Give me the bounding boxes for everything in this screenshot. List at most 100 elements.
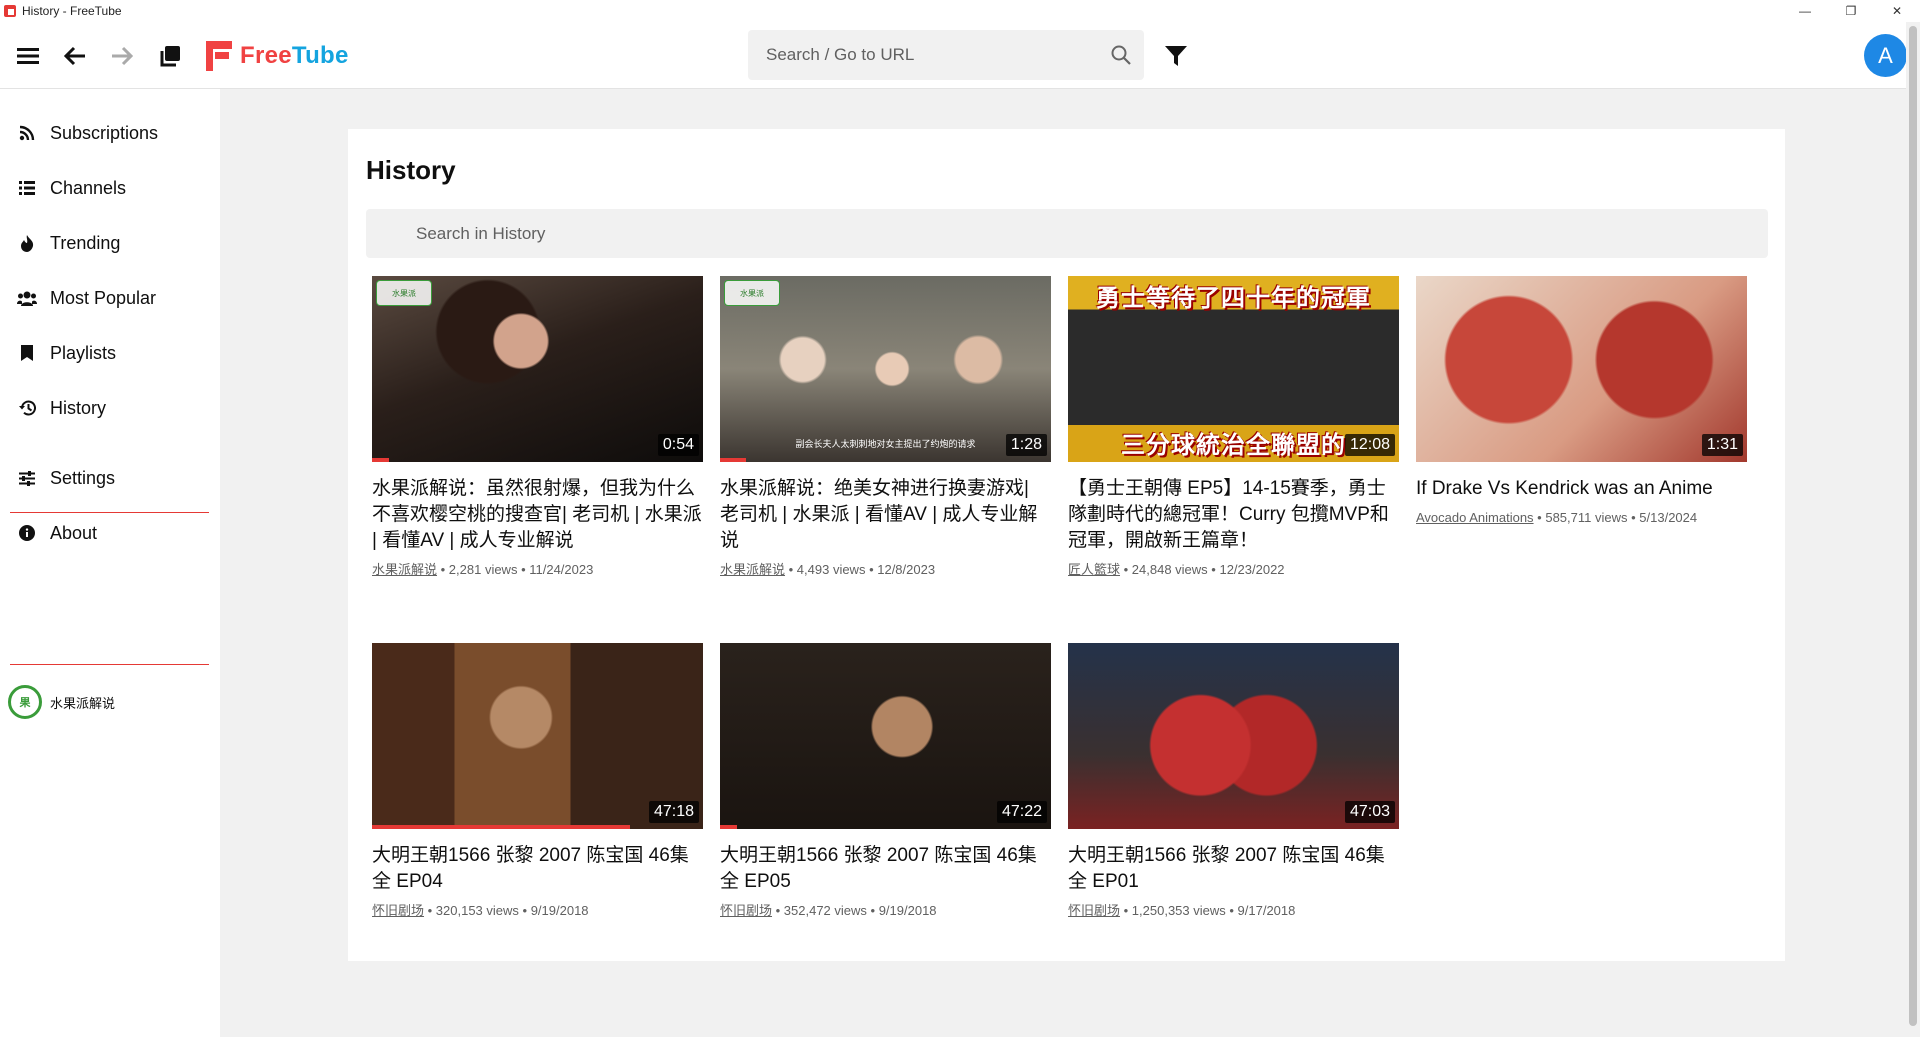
info-icon (16, 522, 38, 544)
video-title[interactable]: 大明王朝1566 张黎 2007 陈宝国 46集全 EP04 (372, 843, 703, 895)
list-icon (16, 177, 38, 199)
video-date: 12/23/2022 (1219, 562, 1285, 577)
video-channel-link[interactable]: 水果派解说 (372, 562, 437, 577)
history-search-input[interactable] (366, 209, 1768, 258)
video-channel-link[interactable]: 怀旧剧场 (720, 903, 772, 918)
sidebar-item-about[interactable]: About (0, 508, 220, 558)
watch-progress-bar (720, 458, 747, 462)
back-arrow-icon[interactable] (61, 42, 89, 70)
window-title: History - FreeTube (22, 4, 122, 18)
video-thumbnail[interactable]: 1:31 (1416, 276, 1747, 462)
close-button[interactable]: ✕ (1874, 0, 1920, 22)
filter-icon[interactable] (1163, 43, 1189, 69)
video-channel-link[interactable]: 水果派解说 (720, 562, 785, 577)
window-controls: — ❐ ✕ (1782, 0, 1920, 22)
sidebar-item-label: Subscriptions (50, 122, 159, 143)
minimize-button[interactable]: — (1782, 0, 1828, 22)
sidebar-item-most-popular[interactable]: Most Popular (0, 273, 220, 323)
sidebar-item-label: History (50, 397, 107, 418)
window-scrollbar[interactable] (1906, 22, 1920, 1037)
video-duration: 47:18 (648, 801, 699, 823)
video-card: 勇士等待了四十年的冠軍 三分球統治全聯盟的 12:08 【勇士王朝傳 EP5】1… (1068, 276, 1399, 579)
sidebar-item-label: Trending (50, 232, 121, 253)
video-channel-link[interactable]: 匠人籃球 (1068, 562, 1120, 577)
video-views: 1,250,353 views (1131, 903, 1226, 918)
video-thumbnail[interactable]: 47:03 (1068, 643, 1399, 829)
history-icon (16, 397, 38, 419)
sidebar-item-settings[interactable]: Settings (0, 453, 220, 503)
video-channel-link[interactable]: 怀旧剧场 (372, 903, 424, 918)
video-meta: 怀旧剧场 • 1,250,353 views • 9/17/2018 (1068, 903, 1296, 918)
history-search-bar (366, 209, 1768, 258)
video-date: 9/19/2018 (878, 903, 937, 918)
video-title[interactable]: 大明王朝1566 张黎 2007 陈宝国 46集全 EP05 (720, 843, 1051, 895)
top-nav: FreeTube A (0, 22, 1907, 89)
video-card: 47:18 大明王朝1566 张黎 2007 陈宝国 46集全 EP04 怀旧剧… (372, 643, 703, 920)
watch-progress-bar (372, 825, 631, 829)
channel-name: 水果派解说 (50, 695, 116, 711)
video-thumbnail[interactable]: 47:18 (372, 643, 703, 829)
video-views: 4,493 views (796, 562, 866, 577)
video-title[interactable]: If Drake Vs Kendrick was an Anime (1416, 476, 1747, 502)
page-title: History (366, 155, 456, 185)
sidebar-divider (10, 664, 209, 665)
sidebar-item-label: About (50, 522, 98, 543)
video-views: 24,848 views (1131, 562, 1208, 577)
sidebar-item-playlists[interactable]: Playlists (0, 328, 220, 378)
sidebar-item-channels[interactable]: Channels (0, 163, 220, 213)
video-meta: Avocado Animations • 585,711 views • 5/1… (1416, 510, 1698, 525)
video-card: 47:22 大明王朝1566 张黎 2007 陈宝国 46集全 EP05 怀旧剧… (720, 643, 1051, 920)
video-date: 12/8/2023 (877, 562, 936, 577)
watch-progress-bar (372, 458, 389, 462)
menu-icon[interactable] (14, 42, 42, 70)
forward-arrow-icon[interactable] (108, 42, 136, 70)
users-icon (16, 287, 38, 309)
video-card: 1:31 If Drake Vs Kendrick was an Anime A… (1416, 276, 1747, 527)
rss-icon (16, 122, 38, 144)
video-thumbnail[interactable]: 47:22 (720, 643, 1051, 829)
video-channel-link[interactable]: 怀旧剧场 (1068, 903, 1120, 918)
video-card: 水果派 副会长夫人太刺刺地对女主提出了约炮的请求 1:28 水果派解说：绝美女神… (720, 276, 1051, 579)
sidebar-item-subscriptions[interactable]: Subscriptions (0, 108, 220, 158)
video-meta: 怀旧剧场 • 352,472 views • 9/19/2018 (720, 903, 937, 918)
video-views: 585,711 views (1545, 510, 1628, 525)
video-views: 2,281 views (448, 562, 518, 577)
sidebar-item-trending[interactable]: Trending (0, 218, 220, 268)
video-title[interactable]: 大明王朝1566 张黎 2007 陈宝国 46集全 EP01 (1068, 843, 1399, 895)
video-duration: 12:08 (1344, 434, 1395, 456)
freetube-logo-mark (206, 41, 232, 71)
video-meta: 匠人籃球 • 24,848 views • 12/23/2022 (1068, 562, 1285, 577)
video-title[interactable]: 【勇士王朝傳 EP5】14-15賽季，勇士隊劃時代的總冠軍！Curry 包攬MV… (1068, 476, 1399, 554)
new-window-icon[interactable] (156, 42, 184, 70)
video-title[interactable]: 水果派解说：绝美女神进行换妻游戏| 老司机 | 水果派 | 看懂AV | 成人专… (720, 476, 1051, 554)
video-date: 9/19/2018 (530, 903, 589, 918)
video-thumbnail[interactable]: 勇士等待了四十年的冠軍 三分球統治全聯盟的 12:08 (1068, 276, 1399, 462)
video-duration: 1:31 (1701, 434, 1743, 456)
watermark-logo: 水果派 (376, 280, 432, 306)
search-input[interactable] (748, 30, 1088, 80)
sidebar-item-label: Most Popular (50, 287, 157, 308)
fire-icon (16, 232, 38, 254)
video-views: 320,153 views (435, 903, 519, 918)
video-duration: 47:22 (996, 801, 1047, 823)
window-titlebar: History - FreeTube — ❐ ✕ (0, 0, 1920, 22)
video-meta: 怀旧剧场 • 320,153 views • 9/19/2018 (372, 903, 589, 918)
profile-avatar[interactable]: A (1864, 34, 1907, 77)
maximize-button[interactable]: ❐ (1828, 0, 1874, 22)
sidebar-channel-shuiguopai[interactable]: 果 水果派解说 (8, 685, 115, 719)
freetube-logo[interactable]: Free Tube (206, 40, 349, 72)
watermark-logo: 水果派 (724, 280, 780, 306)
video-duration: 47:03 (1344, 801, 1395, 823)
video-thumbnail[interactable]: 水果派 0:54 (372, 276, 703, 462)
logo-text-tube: Tube (291, 42, 349, 69)
video-channel-link[interactable]: Avocado Animations (1416, 510, 1534, 525)
video-thumbnail[interactable]: 水果派 副会长夫人太刺刺地对女主提出了约炮的请求 1:28 (720, 276, 1051, 462)
sidebar-item-label: Channels (50, 177, 127, 198)
history-panel: History 水果派 0:54 水果派解说：虽然很射爆，但我为什么不喜欢樱空桃… (348, 129, 1785, 961)
freetube-app-icon (4, 5, 16, 17)
scrollbar-thumb[interactable] (1909, 26, 1917, 1026)
video-title[interactable]: 水果派解说：虽然很射爆，但我为什么不喜欢樱空桃的搜查官| 老司机 | 水果派 |… (372, 476, 703, 554)
sidebar-item-history[interactable]: History (0, 383, 220, 433)
search-icon[interactable] (1110, 44, 1132, 66)
bookmark-icon (16, 342, 38, 364)
